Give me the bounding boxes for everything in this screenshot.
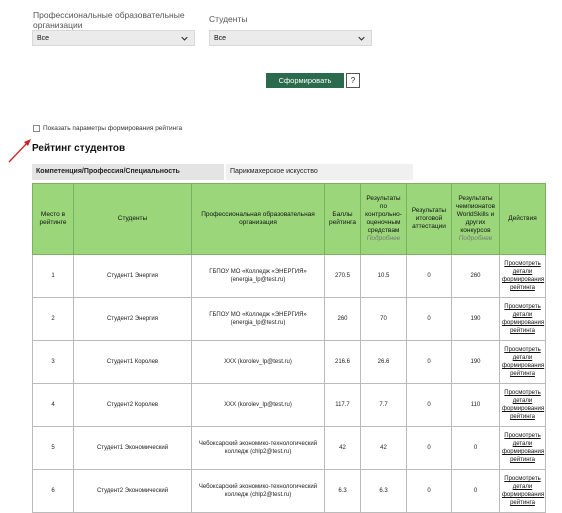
cell-org: ГБПОУ МО «Колледж «ЭНЕРГИЯ» (energia_lp@…: [191, 297, 325, 341]
cell-student: Студент2 Королев: [73, 383, 192, 427]
cell-attestation: 0: [406, 383, 452, 427]
cell-place: 5: [32, 426, 74, 470]
show-params-label: Показать параметры формирования рейтинга: [43, 125, 183, 133]
chevron-down-icon: [181, 36, 188, 41]
cell-student: Студент2 Экономический: [73, 469, 192, 513]
cell-score: 6.3: [324, 469, 361, 513]
cell-score: 42: [324, 426, 361, 470]
table-row: 3 Студент1 Королев XXX (korolev_lp@test.…: [32, 340, 546, 384]
col-worldskills-label: Результаты чемпионатов WorldSkills и дру…: [455, 195, 496, 234]
rating-table: Место в рейтинге Студенты Профессиональн…: [32, 183, 546, 513]
competence-value: Парикмахерское искусство: [226, 164, 413, 180]
cell-action: Просмотреть детали формирования рейтинга: [499, 254, 546, 298]
cell-control: 10.5: [360, 254, 407, 298]
cell-score: 216.6: [324, 340, 361, 384]
table-row: 4 Студент2 Королев XXX (korolev_lp@test.…: [32, 383, 546, 427]
cell-attestation: 0: [406, 297, 452, 341]
col-control-label: Результаты по контрольно-оценочным средс…: [365, 195, 402, 234]
cell-place: 2: [32, 297, 74, 341]
cell-attestation: 0: [406, 254, 452, 298]
cell-attestation: 0: [406, 469, 452, 513]
cell-org: XXX (korolev_lp@test.ru): [191, 340, 325, 384]
cell-student: Студент2 Энергия: [73, 297, 192, 341]
cell-control: 42: [360, 426, 407, 470]
chevron-down-icon: [358, 36, 365, 41]
cell-control: 70: [360, 297, 407, 341]
competence-key: Компетенция/Профессия/Специальность: [32, 164, 224, 180]
cell-org: Чебоксарский экономико-технологический к…: [191, 469, 325, 513]
cell-org: XXX (korolev_lp@test.ru): [191, 383, 325, 427]
cell-place: 4: [32, 383, 74, 427]
cell-place: 1: [32, 254, 74, 298]
cell-score: 270.5: [324, 254, 361, 298]
col-org: Профессиональная образовательная организ…: [191, 183, 325, 255]
cell-action: Просмотреть детали формирования рейтинга: [499, 469, 546, 513]
cell-control: 26.6: [360, 340, 407, 384]
cell-student: Студент1 Королев: [73, 340, 192, 384]
page-title: Рейтинг студентов: [32, 143, 126, 154]
cell-action: Просмотреть детали формирования рейтинга: [499, 426, 546, 470]
view-details-link[interactable]: Просмотреть детали формирования рейтинга: [502, 261, 544, 291]
cell-student: Студент1 Экономический: [73, 426, 192, 470]
cell-worldskills: 260: [451, 254, 500, 298]
col-control: Результаты по контрольно-оценочным средс…: [360, 183, 407, 255]
col-worldskills: Результаты чемпионатов WorldSkills и дру…: [451, 183, 500, 255]
table-row: 2 Студент2 Энергия ГБПОУ МО «Колледж «ЭН…: [32, 297, 546, 341]
table-row: 1 Студент1 Энергия ГБПОУ МО «Колледж «ЭН…: [32, 254, 546, 298]
cell-score: 117.7: [324, 383, 361, 427]
students-select-value: Все: [214, 35, 227, 42]
cell-attestation: 0: [406, 426, 452, 470]
cell-place: 6: [32, 469, 74, 513]
worldskills-more-link[interactable]: Подробнее: [459, 235, 493, 242]
col-score: Баллы рейтинга: [324, 183, 361, 255]
cell-control: 6.3: [360, 469, 407, 513]
col-student: Студенты: [73, 183, 192, 255]
cell-student: Студент1 Энергия: [73, 254, 192, 298]
cell-score: 260: [324, 297, 361, 341]
competence-row: Компетенция/Профессия/Специальность Пари…: [32, 164, 413, 180]
students-select[interactable]: Все: [209, 30, 372, 46]
cell-worldskills: 110: [451, 383, 500, 427]
col-place: Место в рейтинге: [32, 183, 74, 255]
view-details-link[interactable]: Просмотреть детали формирования рейтинга: [502, 433, 544, 463]
col-attestation: Результаты итоговой аттестации: [406, 183, 452, 255]
table-row: 5 Студент1 Экономический Чебоксарский эк…: [32, 426, 546, 470]
cell-worldskills: 0: [451, 469, 500, 513]
students-filter-label: Студенты: [209, 14, 248, 24]
cell-worldskills: 0: [451, 426, 500, 470]
view-details-link[interactable]: Просмотреть детали формирования рейтинга: [502, 476, 544, 506]
cell-place: 3: [32, 340, 74, 384]
cell-org: ГБПОУ МО «Колледж «ЭНЕРГИЯ» (energia_lp@…: [191, 254, 325, 298]
view-details-link[interactable]: Просмотреть детали формирования рейтинга: [502, 304, 544, 334]
help-button[interactable]: ?: [346, 73, 360, 88]
cell-action: Просмотреть детали формирования рейтинга: [499, 297, 546, 341]
cell-attestation: 0: [406, 340, 452, 384]
cell-worldskills: 190: [451, 297, 500, 341]
col-actions: Действия: [499, 183, 546, 255]
cell-action: Просмотреть детали формирования рейтинга: [499, 383, 546, 427]
cell-worldskills: 190: [451, 340, 500, 384]
table-row: 6 Студент2 Экономический Чебоксарский эк…: [32, 469, 546, 513]
view-details-link[interactable]: Просмотреть детали формирования рейтинга: [502, 347, 544, 377]
form-rating-button[interactable]: Сформировать: [266, 73, 344, 88]
cell-action: Просмотреть детали формирования рейтинга: [499, 340, 546, 384]
cell-control: 7.7: [360, 383, 407, 427]
table-header-row: Место в рейтинге Студенты Профессиональн…: [32, 183, 546, 255]
control-more-link[interactable]: Подробнее: [367, 235, 401, 242]
view-details-link[interactable]: Просмотреть детали формирования рейтинга: [502, 390, 544, 420]
cell-org: Чебоксарский экономико-технологический к…: [191, 426, 325, 470]
